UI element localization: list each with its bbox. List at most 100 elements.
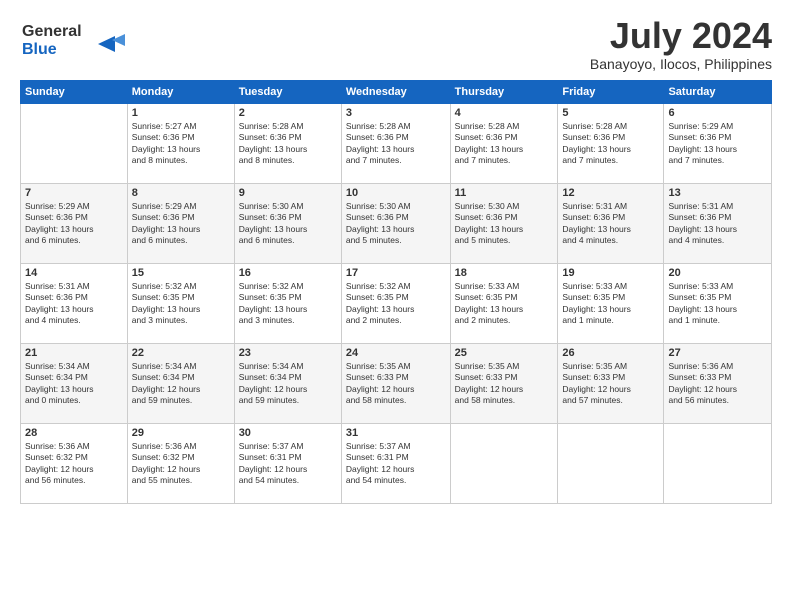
- table-cell: 2 Sunrise: 5:28 AMSunset: 6:36 PMDaylight…: [234, 103, 341, 183]
- day-info: Sunrise: 5:29 AMSunset: 6:36 PMDaylight:…: [668, 121, 767, 167]
- day-number: 12: [562, 187, 659, 199]
- table-cell: 18Sunrise: 5:33 AMSunset: 6:35 PMDayligh…: [450, 263, 558, 343]
- table-cell: 3 Sunrise: 5:28 AMSunset: 6:36 PMDaylight…: [341, 103, 450, 183]
- day-number: 14: [25, 267, 123, 279]
- table-cell: 27Sunrise: 5:36 AMSunset: 6:33 PMDayligh…: [664, 343, 772, 423]
- day-info: Sunrise: 5:37 AMSunset: 6:31 PMDaylight:…: [346, 441, 446, 487]
- calendar-table: Sunday Monday Tuesday Wednesday Thursday…: [20, 80, 772, 504]
- table-cell: 23 Sunrise: 5:34 AMSunset: 6:34 PMDayligh…: [234, 343, 341, 423]
- svg-text:Blue: Blue: [22, 41, 57, 58]
- day-info: Sunrise: 5:28 AMSunset: 6:36 PMDaylight:…: [239, 121, 337, 167]
- day-info: Sunrise: 5:36 AMSunset: 6:32 PMDaylight:…: [132, 441, 230, 487]
- day-info: Sunrise: 5:31 AMSunset: 6:36 PMDaylight:…: [668, 201, 767, 247]
- month-title: July 2024: [590, 16, 772, 56]
- location: Banayoyo, Ilocos, Philippines: [590, 56, 772, 72]
- weekday-header-row: Sunday Monday Tuesday Wednesday Thursday…: [21, 80, 772, 103]
- day-number: 9: [239, 187, 337, 199]
- table-cell: [664, 423, 772, 503]
- day-number: 23: [239, 347, 337, 359]
- day-number: 21: [25, 347, 123, 359]
- table-cell: 10Sunrise: 5:30 AMSunset: 6:36 PMDayligh…: [341, 183, 450, 263]
- day-number: 26: [562, 347, 659, 359]
- header-thursday: Thursday: [450, 80, 558, 103]
- header-monday: Monday: [127, 80, 234, 103]
- day-info: Sunrise: 5:37 AMSunset: 6:31 PMDaylight:…: [239, 441, 337, 487]
- table-cell: 19 Sunrise: 5:33 AMSunset: 6:35 PMDayligh…: [558, 263, 664, 343]
- day-info: Sunrise: 5:36 AMSunset: 6:32 PMDaylight:…: [25, 441, 123, 487]
- day-info: Sunrise: 5:27 AMSunset: 6:36 PMDaylight:…: [132, 121, 230, 167]
- table-cell: [450, 423, 558, 503]
- table-cell: 8 Sunrise: 5:29 AMSunset: 6:36 PMDaylight…: [127, 183, 234, 263]
- day-info: Sunrise: 5:32 AMSunset: 6:35 PMDaylight:…: [239, 281, 337, 327]
- day-info: Sunrise: 5:34 AMSunset: 6:34 PMDaylight:…: [132, 361, 230, 407]
- table-cell: 31 Sunrise: 5:37 AMSunset: 6:31 PMDayligh…: [341, 423, 450, 503]
- day-number: 15: [132, 267, 230, 279]
- day-number: 18: [455, 267, 554, 279]
- table-cell: 20 Sunrise: 5:33 AMSunset: 6:35 PMDayligh…: [664, 263, 772, 343]
- table-cell: 12 Sunrise: 5:31 AMSunset: 6:36 PMDayligh…: [558, 183, 664, 263]
- day-number: 19: [562, 267, 659, 279]
- day-info: Sunrise: 5:30 AMSunset: 6:36 PMDaylight:…: [455, 201, 554, 247]
- day-info: Sunrise: 5:34 AMSunset: 6:34 PMDaylight:…: [25, 361, 123, 407]
- table-cell: 24Sunrise: 5:35 AMSunset: 6:33 PMDayligh…: [341, 343, 450, 423]
- table-cell: 21 Sunrise: 5:34 AMSunset: 6:34 PMDayligh…: [21, 343, 128, 423]
- day-number: 22: [132, 347, 230, 359]
- table-cell: 16 Sunrise: 5:32 AMSunset: 6:35 PMDayligh…: [234, 263, 341, 343]
- day-number: 5: [562, 107, 659, 119]
- table-cell: 14 Sunrise: 5:31 AMSunset: 6:36 PMDayligh…: [21, 263, 128, 343]
- day-number: 29: [132, 427, 230, 439]
- day-info: Sunrise: 5:30 AMSunset: 6:36 PMDaylight:…: [346, 201, 446, 247]
- day-info: Sunrise: 5:29 AMSunset: 6:36 PMDaylight:…: [25, 201, 123, 247]
- week-row-5: 28Sunrise: 5:36 AMSunset: 6:32 PMDayligh…: [21, 423, 772, 503]
- day-number: 16: [239, 267, 337, 279]
- table-cell: 25Sunrise: 5:35 AMSunset: 6:33 PMDayligh…: [450, 343, 558, 423]
- day-number: 31: [346, 427, 446, 439]
- day-number: 4: [455, 107, 554, 119]
- page: General Blue July 2024 Banayoyo, Ilocos,…: [0, 0, 792, 612]
- week-row-1: 1 Sunrise: 5:27 AMSunset: 6:36 PMDaylight…: [21, 103, 772, 183]
- day-info: Sunrise: 5:35 AMSunset: 6:33 PMDaylight:…: [562, 361, 659, 407]
- day-number: 3: [346, 107, 446, 119]
- day-info: Sunrise: 5:32 AMSunset: 6:35 PMDaylight:…: [346, 281, 446, 327]
- day-info: Sunrise: 5:33 AMSunset: 6:35 PMDaylight:…: [562, 281, 659, 327]
- day-number: 17: [346, 267, 446, 279]
- title-area: July 2024 Banayoyo, Ilocos, Philippines: [590, 16, 772, 72]
- day-info: Sunrise: 5:34 AMSunset: 6:34 PMDaylight:…: [239, 361, 337, 407]
- day-info: Sunrise: 5:28 AMSunset: 6:36 PMDaylight:…: [455, 121, 554, 167]
- table-cell: 13Sunrise: 5:31 AMSunset: 6:36 PMDayligh…: [664, 183, 772, 263]
- table-cell: [558, 423, 664, 503]
- table-cell: 6Sunrise: 5:29 AMSunset: 6:36 PMDaylight…: [664, 103, 772, 183]
- day-number: 2: [239, 107, 337, 119]
- day-info: Sunrise: 5:28 AMSunset: 6:36 PMDaylight:…: [346, 121, 446, 167]
- week-row-4: 21 Sunrise: 5:34 AMSunset: 6:34 PMDayligh…: [21, 343, 772, 423]
- header-tuesday: Tuesday: [234, 80, 341, 103]
- logo: General Blue: [20, 16, 130, 66]
- day-info: Sunrise: 5:31 AMSunset: 6:36 PMDaylight:…: [25, 281, 123, 327]
- table-cell: 5 Sunrise: 5:28 AMSunset: 6:36 PMDaylight…: [558, 103, 664, 183]
- day-info: Sunrise: 5:35 AMSunset: 6:33 PMDaylight:…: [346, 361, 446, 407]
- table-cell: 1 Sunrise: 5:27 AMSunset: 6:36 PMDaylight…: [127, 103, 234, 183]
- day-number: 8: [132, 187, 230, 199]
- week-row-2: 7Sunrise: 5:29 AMSunset: 6:36 PMDaylight…: [21, 183, 772, 263]
- header: General Blue July 2024 Banayoyo, Ilocos,…: [20, 16, 772, 72]
- table-cell: 17 Sunrise: 5:32 AMSunset: 6:35 PMDayligh…: [341, 263, 450, 343]
- day-number: 1: [132, 107, 230, 119]
- day-info: Sunrise: 5:29 AMSunset: 6:36 PMDaylight:…: [132, 201, 230, 247]
- svg-text:General: General: [22, 23, 82, 40]
- table-cell: 22 Sunrise: 5:34 AMSunset: 6:34 PMDayligh…: [127, 343, 234, 423]
- header-sunday: Sunday: [21, 80, 128, 103]
- table-cell: 28Sunrise: 5:36 AMSunset: 6:32 PMDayligh…: [21, 423, 128, 503]
- day-info: Sunrise: 5:32 AMSunset: 6:35 PMDaylight:…: [132, 281, 230, 327]
- table-cell: 4 Sunrise: 5:28 AMSunset: 6:36 PMDaylight…: [450, 103, 558, 183]
- day-number: 25: [455, 347, 554, 359]
- day-number: 30: [239, 427, 337, 439]
- day-info: Sunrise: 5:31 AMSunset: 6:36 PMDaylight:…: [562, 201, 659, 247]
- day-number: 20: [668, 267, 767, 279]
- header-wednesday: Wednesday: [341, 80, 450, 103]
- logo-text: General Blue: [20, 16, 130, 66]
- day-info: Sunrise: 5:30 AMSunset: 6:36 PMDaylight:…: [239, 201, 337, 247]
- day-number: 11: [455, 187, 554, 199]
- day-info: Sunrise: 5:28 AMSunset: 6:36 PMDaylight:…: [562, 121, 659, 167]
- table-cell: 30 Sunrise: 5:37 AMSunset: 6:31 PMDayligh…: [234, 423, 341, 503]
- day-info: Sunrise: 5:33 AMSunset: 6:35 PMDaylight:…: [668, 281, 767, 327]
